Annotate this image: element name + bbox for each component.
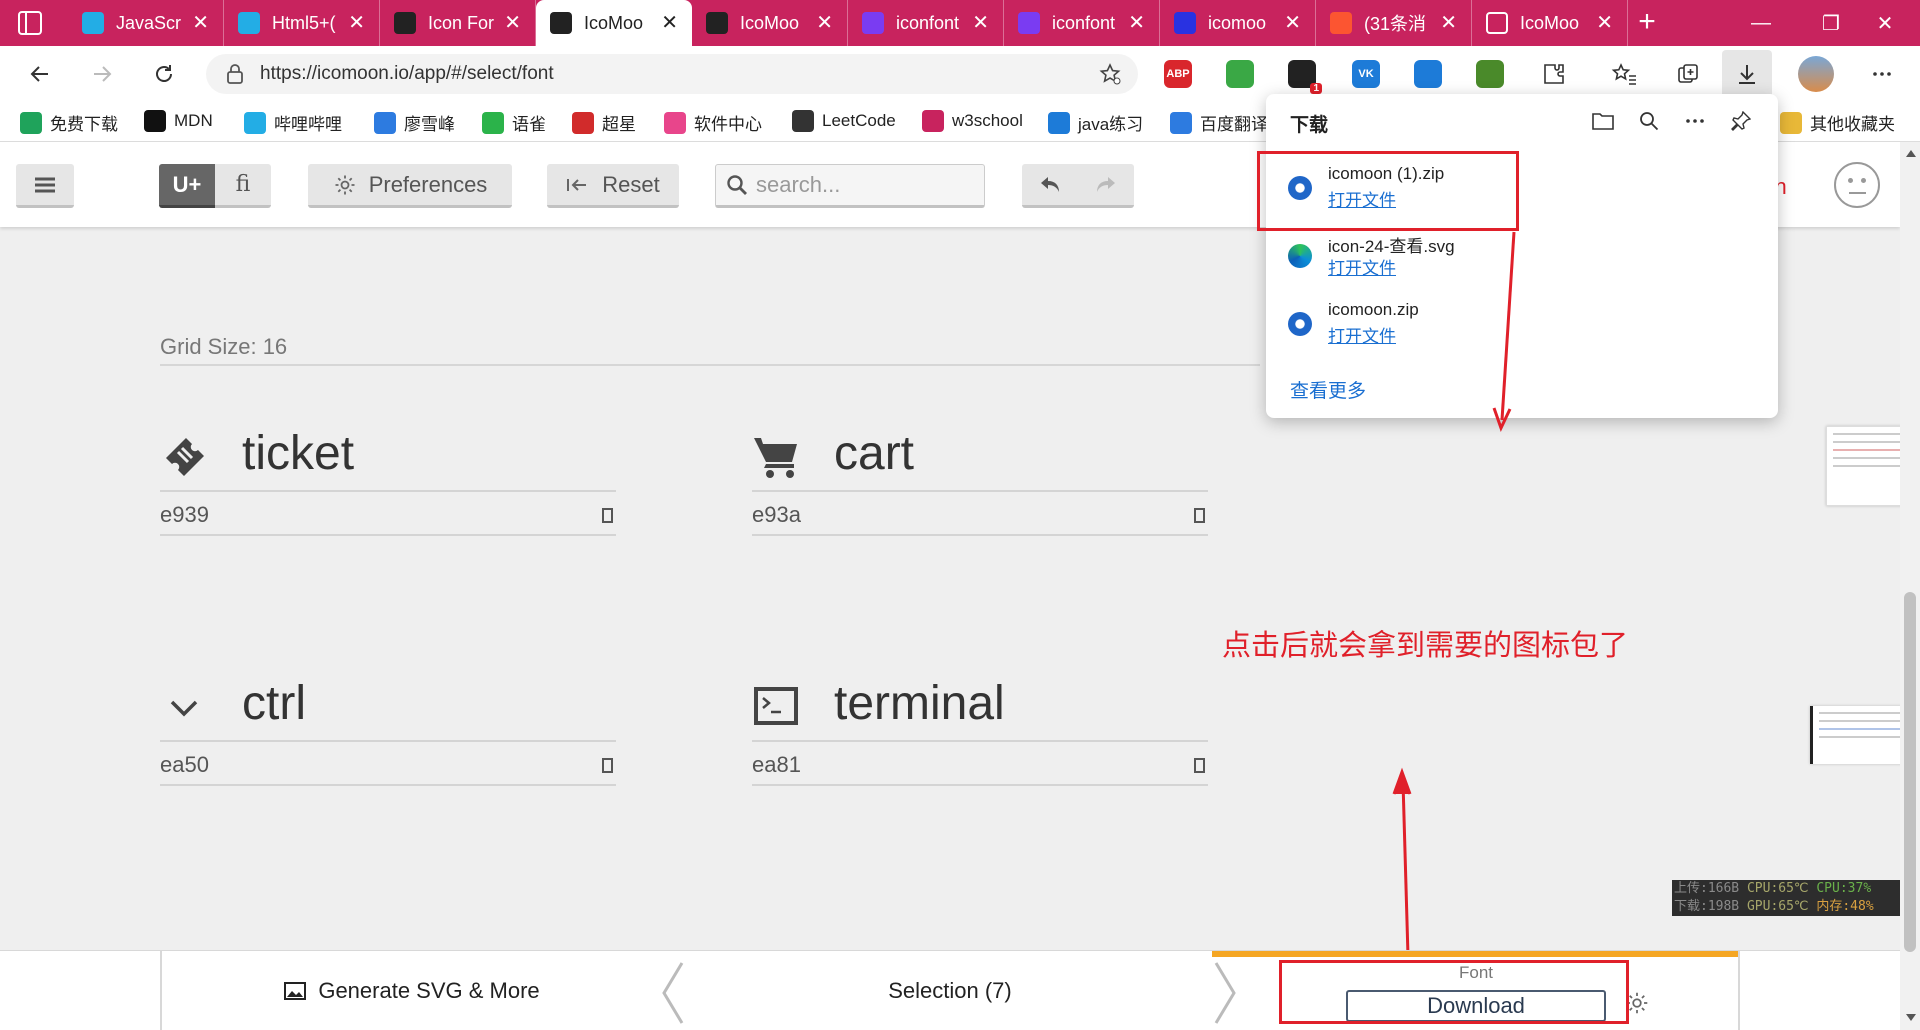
generate-svg-button[interactable]: Generate SVG & More [162,961,662,1021]
cpu-usage: CPU:37% [1816,881,1872,896]
upload-speed: 上传:166B [1674,881,1740,896]
annotation-box [1279,960,1629,1024]
gpu-temp: GPU:65℃ [1746,899,1809,914]
annotation-arrows [1392,231,1516,957]
scrollbar-thumb[interactable] [1904,592,1916,952]
image-icon [284,981,307,1001]
bottom-divider [1738,951,1740,1030]
scroll-down-icon[interactable] [1906,1014,1916,1021]
system-monitor: 上传:166B CPU:65℃ CPU:37% 下载:198B GPU:65℃ … [1672,880,1920,916]
chevron-left-icon [662,962,684,1024]
vertical-scrollbar[interactable] [1900,142,1920,1030]
generate-svg-label: Generate SVG & More [318,978,540,1003]
scroll-up-icon[interactable] [1906,150,1916,157]
progress-bar [1212,951,1740,957]
download-speed: 下载:198B [1674,899,1740,914]
chevron-right-icon [1214,962,1236,1024]
annotation-text: 点击后就会拿到需要的图标包了 [1222,630,1629,662]
selection-button[interactable]: Selection (7) [690,961,1210,1021]
cpu-temp: CPU:65℃ [1746,881,1809,896]
memory-usage: 内存:48% [1816,899,1874,914]
